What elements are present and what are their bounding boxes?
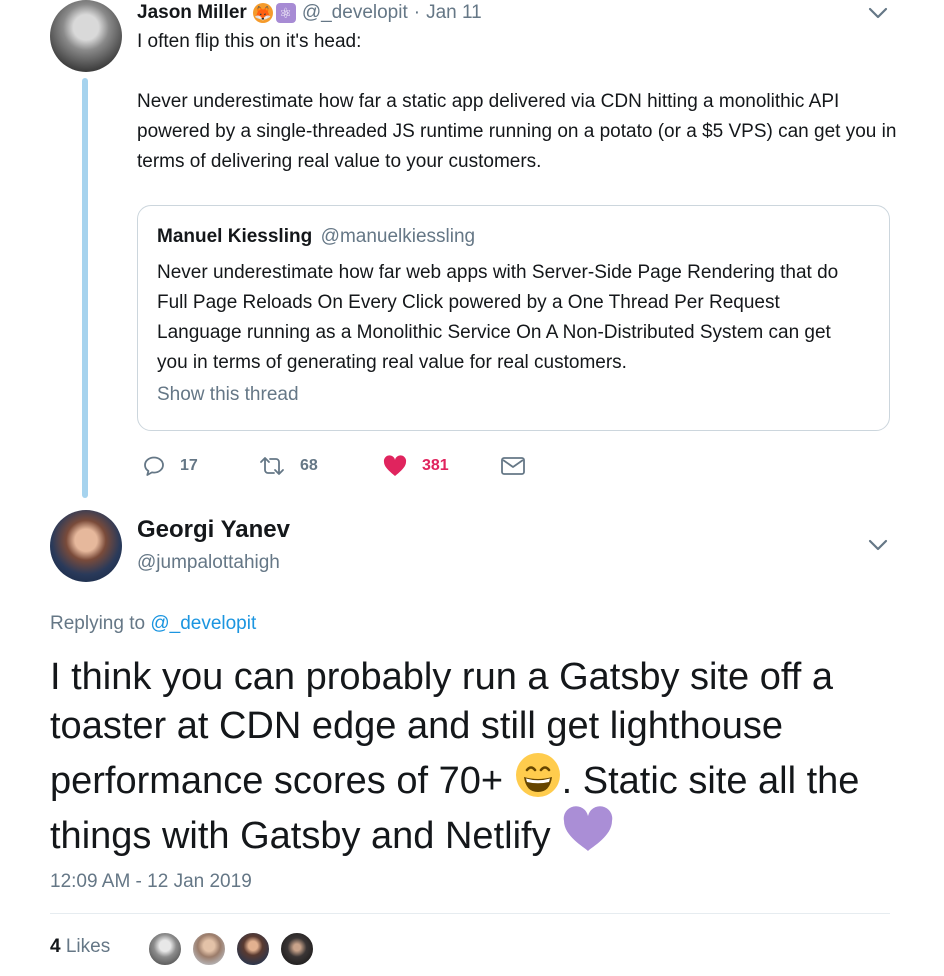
liker-avatar[interactable] bbox=[191, 931, 227, 967]
replying-to-handle-link[interactable]: @_developit bbox=[150, 613, 256, 634]
quoted-author-handle: @manuelkiessling bbox=[320, 226, 476, 247]
retweet-icon bbox=[260, 457, 284, 475]
chevron-down-icon[interactable] bbox=[867, 538, 889, 552]
quoted-tweet-text: Never underestimate how far web apps wit… bbox=[157, 262, 839, 373]
liker-avatar[interactable] bbox=[147, 931, 183, 967]
main-author-name[interactable]: Georgi Yanev bbox=[137, 516, 290, 544]
purple-heart-emoji-icon bbox=[563, 806, 613, 851]
mail-icon bbox=[501, 457, 525, 475]
liker-avatar[interactable] bbox=[235, 931, 271, 967]
tweet-timestamp[interactable]: 12:09 AM - 12 Jan 2019 bbox=[50, 871, 252, 893]
chevron-down-icon[interactable] bbox=[867, 6, 889, 20]
main-tweet-text: I think you can probably run a Gatsby si… bbox=[50, 653, 910, 861]
parent-tweet-text-line1: I often flip this on it's head: bbox=[137, 31, 362, 52]
parent-tweet-header: Jason Miller 🦊 ⚛ @_developit · Jan 11 bbox=[137, 0, 482, 26]
retweet-count: 68 bbox=[300, 457, 318, 474]
parent-tweet-text-paragraph: Never underestimate how far a static app… bbox=[137, 91, 897, 172]
reply-count: 17 bbox=[180, 457, 198, 474]
grinning-face-emoji-icon bbox=[515, 753, 560, 797]
reply-button[interactable]: 17 bbox=[142, 454, 198, 478]
like-count: 381 bbox=[422, 457, 449, 474]
direct-message-button[interactable] bbox=[500, 455, 526, 477]
avatar-jason-miller[interactable] bbox=[50, 0, 122, 72]
reply-icon bbox=[144, 456, 164, 476]
quoted-author-name: Manuel Kiessling bbox=[157, 226, 313, 247]
tweet-date[interactable]: Jan 11 bbox=[426, 2, 482, 24]
thread-connector-line bbox=[82, 78, 88, 498]
author-name[interactable]: Jason Miller bbox=[137, 2, 247, 24]
heart-icon bbox=[383, 455, 407, 476]
fox-emoji-icon: 🦊 bbox=[252, 3, 273, 23]
replying-to-prefix: Replying to bbox=[50, 613, 146, 634]
quoted-tweet-header: Manuel Kiessling @manuelkiessling bbox=[157, 226, 475, 248]
quoted-tweet-card[interactable]: Manuel Kiessling @manuelkiessling Never … bbox=[137, 205, 890, 431]
main-author-handle[interactable]: @jumpalottahigh bbox=[137, 552, 280, 574]
likes-count: 4 bbox=[50, 936, 61, 957]
likes-label: Likes bbox=[65, 936, 111, 957]
likes-summary[interactable]: 4 Likes bbox=[50, 936, 110, 958]
retweet-button[interactable]: 68 bbox=[258, 454, 318, 478]
show-this-thread-link[interactable]: Show this thread bbox=[157, 384, 299, 406]
author-handle[interactable]: @_developit bbox=[302, 2, 408, 24]
like-button[interactable]: 381 bbox=[382, 454, 449, 478]
header-separator: · bbox=[413, 2, 421, 23]
react-atom-emoji-icon: ⚛ bbox=[275, 3, 296, 23]
replying-to-line: Replying to @_developit bbox=[50, 613, 256, 635]
divider bbox=[50, 913, 890, 914]
liker-avatar[interactable] bbox=[279, 931, 315, 967]
avatar-georgi-yanev[interactable] bbox=[50, 510, 122, 582]
